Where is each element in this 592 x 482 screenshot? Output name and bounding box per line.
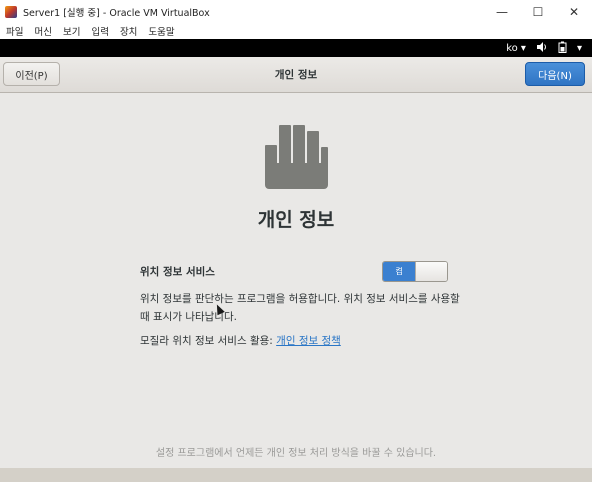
close-button[interactable]: ✕	[556, 0, 592, 24]
battery-icon[interactable]	[558, 41, 567, 56]
language-indicator[interactable]: ko ▾	[506, 43, 526, 54]
minimize-button[interactable]: —	[484, 0, 520, 24]
hand-stop-icon	[265, 125, 328, 189]
menu-devices[interactable]: 장치	[114, 24, 142, 38]
volume-icon[interactable]	[536, 41, 548, 55]
menu-view[interactable]: 보기	[57, 24, 85, 38]
system-tray: ko ▾ ▾	[506, 39, 582, 57]
header-bar: 이전(P) 개인 정보 다음(N)	[0, 57, 592, 93]
header-title: 개인 정보	[274, 69, 318, 81]
menu-help[interactable]: 도움말	[142, 24, 179, 38]
privacy-policy-prefix: 모질라 위치 정보 서비스 활용:	[140, 335, 277, 347]
page-heading: 개인 정보	[257, 209, 335, 231]
menu-file[interactable]: 파일	[0, 24, 28, 38]
privacy-page: 개인 정보 위치 정보 서비스 켬 위치 정보를 판단하는 프로그램을 허용합니…	[0, 93, 592, 468]
virtualbox-icon	[5, 6, 17, 18]
location-service-label: 위치 정보 서비스	[140, 266, 215, 278]
gnome-top-bar: ko ▾ ▾	[0, 39, 592, 57]
privacy-policy-line: 모질라 위치 정보 서비스 활용: 개인 정보 정책	[140, 333, 341, 348]
location-service-toggle[interactable]: 켬	[382, 261, 448, 282]
toggle-on-indicator: 켬	[383, 262, 415, 281]
location-service-description: 위치 정보를 판단하는 프로그램을 허용합니다. 위치 정보 서비스를 사용할 …	[140, 293, 460, 323]
title-bar: Server1 [실행 중] - Oracle VM VirtualBox — …	[0, 0, 592, 24]
virtualbox-window: Server1 [실행 중] - Oracle VM VirtualBox — …	[0, 0, 592, 482]
system-menu-arrow-icon[interactable]: ▾	[577, 43, 582, 54]
next-button[interactable]: 다음(N)	[525, 62, 585, 86]
window-title: Server1 [실행 중] - Oracle VM VirtualBox	[23, 8, 210, 19]
window-controls: — ☐ ✕	[484, 0, 592, 24]
menu-machine[interactable]: 머신	[28, 24, 56, 38]
toggle-knob[interactable]	[415, 262, 447, 281]
menu-input[interactable]: 입력	[85, 24, 113, 38]
maximize-button[interactable]: ☐	[520, 0, 556, 24]
menu-bar: 파일 머신 보기 입력 장치 도움말	[0, 22, 592, 39]
privacy-policy-link[interactable]: 개인 정보 정책	[276, 335, 341, 347]
footer-note: 설정 프로그램에서 언제든 개인 정보 처리 방식을 바꿀 수 있습니다.	[155, 448, 437, 459]
vm-status-bar	[0, 468, 592, 482]
